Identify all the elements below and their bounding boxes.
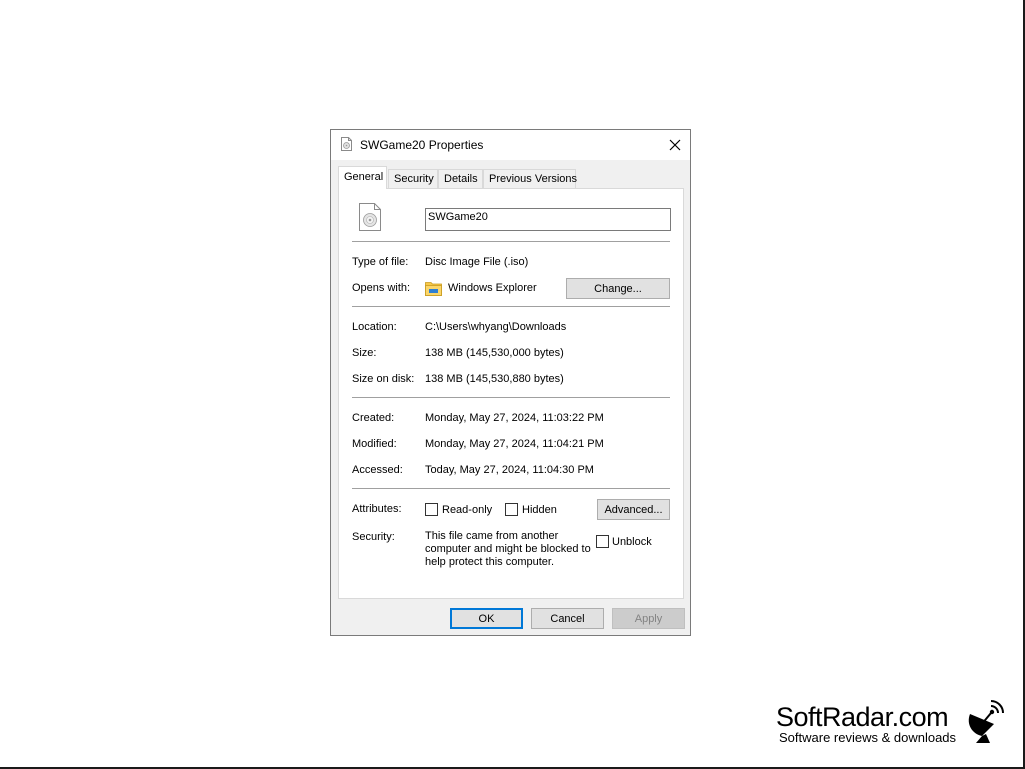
modified-label: Modified:: [352, 438, 397, 450]
size-value: 138 MB (145,530,000 bytes): [425, 347, 564, 359]
disc-file-icon: [341, 137, 352, 151]
modified-value: Monday, May 27, 2024, 11:04:21 PM: [425, 438, 604, 450]
security-label: Security:: [352, 531, 395, 543]
opens-with-value: Windows Explorer: [448, 282, 537, 294]
disc-image-file-icon: [359, 203, 381, 231]
tab-general[interactable]: General: [338, 166, 387, 189]
unblock-checkbox[interactable]: [596, 535, 609, 548]
security-message: This file came from another computer and…: [425, 530, 591, 568]
attributes-label: Attributes:: [352, 503, 402, 515]
dialog-title: SWGame20 Properties: [360, 138, 484, 152]
tab-security[interactable]: Security: [388, 169, 438, 188]
general-panel: SWGame20 Type of file: Disc Image File (…: [338, 188, 684, 599]
opens-with-label: Opens with:: [352, 282, 411, 294]
properties-dialog: SWGame20 Properties General Security Det…: [330, 129, 691, 636]
tab-previous-versions[interactable]: Previous Versions: [483, 169, 577, 188]
size-on-disk-value: 138 MB (145,530,880 bytes): [425, 373, 564, 385]
apply-button[interactable]: Apply: [612, 608, 685, 629]
separator: [352, 397, 670, 398]
close-button[interactable]: [660, 130, 690, 160]
type-of-file-value: Disc Image File (.iso): [425, 256, 529, 268]
hidden-label[interactable]: Hidden: [522, 504, 557, 516]
tab-details[interactable]: Details: [438, 169, 483, 188]
advanced-button[interactable]: Advanced...: [597, 499, 670, 520]
file-explorer-icon: [425, 282, 442, 296]
separator: [352, 306, 670, 307]
location-value: C:\Users\whyang\Downloads: [425, 321, 567, 333]
change-button[interactable]: Change...: [566, 278, 670, 299]
separator: [352, 241, 670, 242]
close-icon: [669, 139, 681, 151]
title-bar[interactable]: SWGame20 Properties: [331, 130, 690, 160]
satellite-dish-icon: [968, 700, 1004, 743]
size-on-disk-label: Size on disk:: [352, 373, 415, 385]
hidden-checkbox[interactable]: [505, 503, 518, 516]
type-of-file-label: Type of file:: [352, 256, 409, 268]
separator: [352, 488, 670, 489]
created-label: Created:: [352, 412, 395, 424]
read-only-label[interactable]: Read-only: [442, 504, 492, 516]
location-label: Location:: [352, 321, 397, 333]
unblock-label[interactable]: Unblock: [612, 536, 652, 548]
watermark-tagline: Software reviews & downloads: [779, 730, 957, 745]
accessed-value: Today, May 27, 2024, 11:04:30 PM: [425, 464, 594, 476]
created-value: Monday, May 27, 2024, 11:03:22 PM: [425, 412, 604, 424]
cancel-button[interactable]: Cancel: [531, 608, 604, 629]
read-only-checkbox[interactable]: [425, 503, 438, 516]
ok-button[interactable]: OK: [450, 608, 523, 629]
accessed-label: Accessed:: [352, 464, 403, 476]
size-label: Size:: [352, 347, 377, 359]
file-name-input[interactable]: SWGame20: [425, 208, 671, 231]
watermark-name: SoftRadar.com: [776, 702, 949, 732]
